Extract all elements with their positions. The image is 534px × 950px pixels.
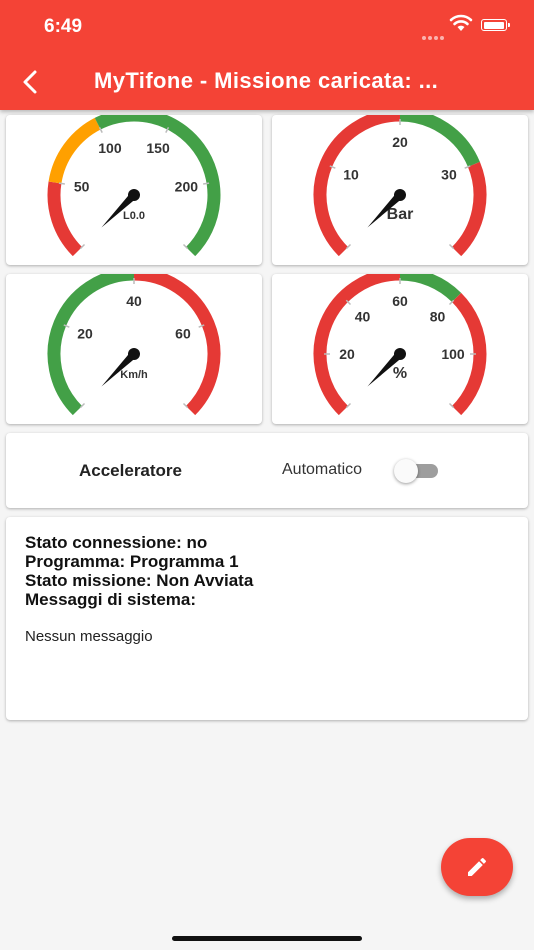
signal-icon (422, 27, 446, 40)
gauge-card-2: 10 20 30 Bar (272, 115, 528, 265)
app-bar: 6:49 MyTifone - Missione caricata: ... (0, 0, 534, 110)
gauge-tick-label: 60 (392, 293, 408, 309)
gauge-tick-label: 200 (175, 179, 199, 195)
edit-button[interactable] (441, 838, 513, 896)
gauge-range-1 (313, 115, 401, 257)
gauge-needle-hub (394, 189, 406, 201)
gauge-card-4: 20 40 60 80 100% (272, 274, 528, 424)
mission-status: Stato missione: Non Avviata (25, 571, 254, 590)
gauge-card-3: 20 40 60 Km/h (6, 274, 262, 424)
back-arrow-icon[interactable] (16, 68, 44, 96)
home-indicator (172, 936, 362, 941)
gauge-unit-label: Bar (387, 206, 414, 223)
gauge-tick-label: 40 (355, 309, 371, 325)
messages-title: Messaggi di sistema: (25, 590, 197, 609)
gauge-range-2 (399, 274, 462, 303)
gauge-tick-label: 20 (77, 326, 93, 342)
gauge-tick-label: 150 (146, 140, 170, 156)
gauge-range-1 (47, 274, 135, 416)
gauge-tick-label: 60 (175, 326, 191, 342)
battery-icon (481, 19, 510, 31)
automatic-toggle[interactable] (394, 459, 440, 483)
gauge-tick (58, 182, 65, 185)
pencil-icon (468, 857, 487, 876)
toggle-thumb (394, 459, 418, 483)
gauge-card-1: 50 100 150 200 L0.0 (6, 115, 262, 265)
gauge-tick-label: 40 (126, 293, 142, 309)
gauge-range-1 (313, 274, 401, 416)
gauge-needle-hub (128, 189, 140, 201)
gauge-range-2 (133, 274, 221, 416)
gauge-range-2 (399, 115, 480, 168)
accelerator-label: Acceleratore (79, 461, 183, 480)
gauge-1: 50 100 150 200 L0.0 (47, 115, 221, 257)
gauge-tick-label: 100 (441, 346, 465, 362)
gauge-unit-label: Km/h (120, 369, 148, 381)
gauge-tick-label: 20 (392, 134, 408, 150)
gauge-tick-label: 80 (430, 309, 446, 325)
gauge-tick-label: 100 (98, 140, 122, 156)
gauge-range-3 (451, 161, 487, 257)
gauge-3: 20 40 60 Km/h (47, 274, 221, 416)
program-status: Programma: Programma 1 (25, 552, 239, 571)
gauge-needle-hub (394, 348, 406, 360)
page-title: MyTifone - Missione caricata: ... (94, 68, 439, 93)
gauge-needle-hub (128, 348, 140, 360)
gauge-range-2 (48, 117, 101, 184)
gauge-unit-label: L0.0 (123, 210, 145, 222)
gauge-unit-label: % (393, 365, 407, 382)
system-message: Nessun messaggio (25, 628, 153, 645)
automatic-label: Automatico (282, 461, 363, 478)
gauge-tick (203, 182, 210, 185)
gauge-tick-label: 50 (74, 179, 90, 195)
gauge-tick-label: 10 (343, 167, 359, 183)
connection-status: Stato connessione: no (25, 533, 208, 552)
wifi-icon (449, 14, 473, 31)
gauge-2: 10 20 30 Bar (313, 115, 487, 257)
gauge-tick-label: 30 (441, 167, 457, 183)
status-time: 6:49 (44, 16, 83, 37)
gauge-4: 20 40 60 80 100% (313, 274, 487, 416)
gauge-tick-label: 20 (339, 346, 355, 362)
